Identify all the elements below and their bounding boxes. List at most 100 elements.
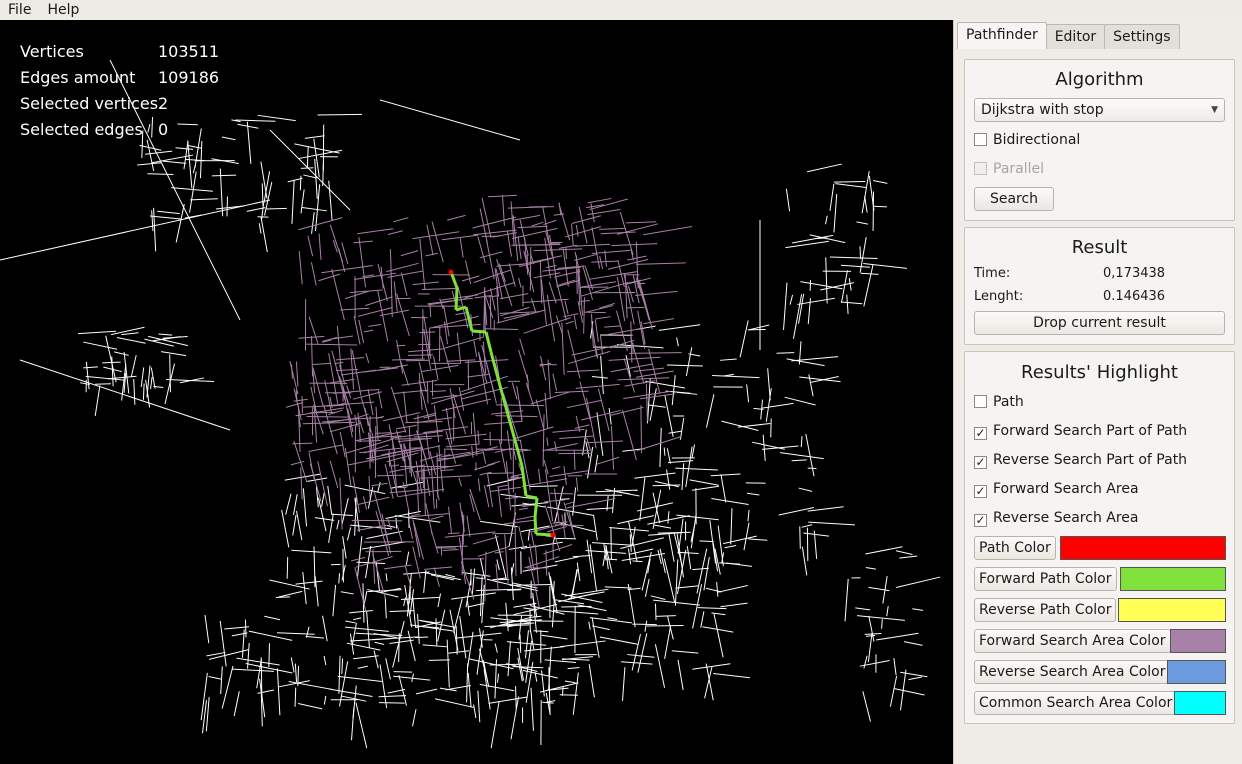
tab-pathfinder[interactable]: Pathfinder (957, 22, 1047, 49)
path-segment (535, 532, 554, 537)
road-segment (341, 658, 344, 675)
road-segment (541, 670, 545, 697)
common-area-color-button[interactable]: Common Search Area Color (974, 691, 1178, 715)
path-color-button[interactable]: Path Color (974, 536, 1056, 560)
searched-road-segment (587, 197, 612, 204)
road-segment (247, 642, 250, 669)
searched-road-segment (519, 338, 526, 356)
road-segment (261, 183, 264, 206)
road-segment (264, 615, 281, 621)
reverse-path-color-button[interactable]: Reverse Path Color (974, 598, 1117, 622)
tab-editor[interactable]: Editor (1045, 24, 1106, 49)
searched-road-segment (391, 358, 425, 361)
road-segment (314, 575, 319, 607)
algorithm-selected: Dijkstra with stop (981, 102, 1104, 118)
road-segment (478, 648, 490, 688)
searched-road-segment (354, 272, 397, 280)
path-segment (484, 331, 493, 353)
searched-road-segment (517, 236, 522, 260)
searched-road-segment (352, 391, 382, 400)
road-segment (572, 554, 591, 558)
reverse-area-color-button[interactable]: Reverse Search Area Color (974, 660, 1171, 684)
reverse-area-color-swatch[interactable] (1167, 660, 1226, 684)
searched-road-segment (567, 369, 600, 373)
drop-result-button[interactable]: Drop current result (974, 311, 1225, 335)
searched-road-segment (318, 233, 322, 260)
road-segment (529, 615, 542, 618)
tab-settings[interactable]: Settings (1104, 24, 1180, 49)
forward-part-checkbox[interactable]: ✓ Forward Search Part of Path (974, 421, 1187, 441)
searched-road-segment (430, 515, 444, 520)
road-segment (835, 183, 867, 188)
bidirectional-checkbox[interactable]: Bidirectional (974, 130, 1080, 150)
road-segment (211, 174, 237, 177)
searched-road-segment (645, 383, 648, 421)
forward-path-color-button[interactable]: Forward Path Color (974, 567, 1117, 591)
reverse-part-checkbox[interactable]: ✓ Reverse Search Part of Path (974, 450, 1187, 470)
path-color-swatch[interactable] (1060, 536, 1226, 560)
searched-road-segment (546, 294, 556, 342)
road-segment (668, 430, 683, 434)
checkmark-icon[interactable]: ✓ (974, 456, 987, 469)
road-segment (275, 596, 291, 598)
checkmark-icon[interactable]: ✓ (974, 514, 987, 527)
road-segment (434, 698, 474, 708)
road-segment (306, 146, 309, 169)
road-segment (886, 605, 889, 617)
common-area-color-swatch[interactable] (1174, 691, 1226, 715)
checkmark-icon[interactable]: ✓ (974, 427, 987, 440)
road-segment (160, 351, 187, 357)
road-segment (157, 210, 180, 215)
road-segment (805, 433, 815, 477)
searched-road-segment (611, 243, 658, 247)
road-segment (313, 138, 320, 178)
road-segment (908, 676, 922, 681)
forward-area-checkbox[interactable]: ✓ Forward Search Area (974, 479, 1139, 499)
searched-road-segment (549, 492, 574, 495)
road-segment (700, 611, 705, 628)
road-segment (893, 688, 925, 696)
road-segment (738, 422, 771, 428)
road-segment (663, 447, 666, 456)
map-canvas[interactable]: Vertices 103511 Edges amount 109186 Sele… (0, 20, 953, 764)
checkbox-box[interactable] (974, 395, 987, 408)
checkmark-icon[interactable]: ✓ (974, 485, 987, 498)
road-segment (648, 404, 666, 408)
reverse-area-checkbox[interactable]: ✓ Reverse Search Area (974, 508, 1139, 528)
road-segment (153, 207, 157, 252)
searched-road-segment (546, 437, 549, 446)
road-segment (654, 524, 672, 529)
stat-value: 103511 (158, 42, 220, 61)
road-segment (809, 375, 839, 384)
road-segment (604, 586, 632, 589)
searched-road-segment (626, 306, 645, 309)
forward-area-color-button[interactable]: Forward Search Area Color (974, 629, 1171, 653)
menu-file[interactable]: File (0, 0, 39, 20)
path-segment (520, 465, 528, 497)
result-title: Result (1071, 237, 1128, 258)
road-segment (467, 672, 472, 708)
searched-road-segment (575, 383, 620, 389)
searched-road-segment (483, 288, 486, 337)
path-checkbox[interactable]: Path (974, 392, 1024, 412)
algorithm-select[interactable]: Dijkstra with stop ▼ (974, 98, 1225, 122)
searched-road-segment (308, 444, 344, 453)
reverse-path-color-swatch[interactable] (1118, 598, 1226, 622)
menu-help[interactable]: Help (39, 0, 87, 20)
road-segment (111, 356, 114, 387)
checkbox-box[interactable] (974, 133, 987, 146)
forward-path-color-swatch[interactable] (1120, 567, 1226, 591)
searched-road-segment (610, 363, 653, 373)
forward-area-color-swatch[interactable] (1170, 629, 1226, 653)
road-segment (338, 573, 341, 584)
road-segment (825, 215, 828, 225)
search-button[interactable]: Search (974, 187, 1054, 211)
searched-road-segment (648, 348, 661, 394)
road-segment (373, 650, 379, 669)
road-segment (302, 207, 327, 212)
road-segment (719, 562, 741, 565)
road-segment (294, 687, 297, 707)
searched-road-segment (425, 431, 431, 459)
searched-road-segment (624, 273, 628, 319)
searched-road-segment (477, 478, 481, 492)
